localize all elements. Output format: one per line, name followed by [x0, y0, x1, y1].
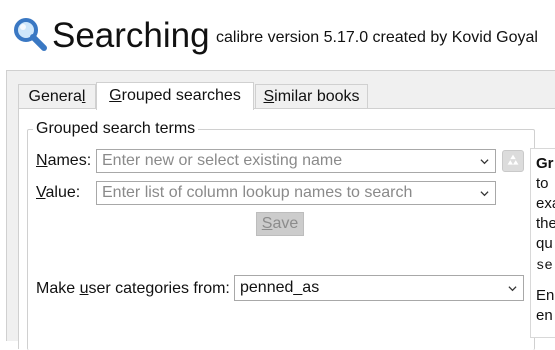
dialog-header: Searching calibre version 5.17.0 created…	[0, 0, 555, 70]
help-line: en	[536, 307, 553, 324]
user-categories-combobox[interactable]: penned_as	[234, 275, 524, 301]
help-line: exa	[536, 195, 555, 212]
save-accel: S	[261, 215, 273, 232]
tab-grouped-searches[interactable]: Grouped searches	[96, 82, 254, 110]
tab-similar-books[interactable]: Similar books	[255, 84, 368, 108]
help-line: se	[536, 258, 553, 274]
search-magnifier-icon	[14, 18, 47, 51]
names-label: Names:	[36, 152, 92, 169]
help-line: qu	[536, 235, 553, 252]
help-line: Gr	[536, 155, 554, 172]
value-placeholder: Enter list of column lookup names to sea…	[102, 184, 413, 201]
help-line: to	[536, 175, 549, 192]
tab-general[interactable]: General	[18, 84, 96, 108]
page-title: Searching	[52, 16, 210, 55]
chevron-down-icon	[480, 191, 489, 197]
save-label: ave	[272, 215, 299, 232]
help-text-panel: Gr to exa the qu se En en	[530, 148, 555, 338]
value-combobox[interactable]: Enter list of column lookup names to sea…	[96, 181, 496, 205]
user-categories-value: penned_as	[240, 279, 320, 296]
group-title: Grouped search terms	[33, 119, 199, 139]
help-line: En	[536, 287, 555, 304]
names-combobox[interactable]: Enter new or select existing name	[96, 149, 496, 173]
version-text: calibre version 5.17.0 created by Kovid …	[216, 29, 538, 46]
help-line: the	[536, 215, 555, 232]
user-categories-label: Make user categories from:	[36, 280, 230, 297]
tab-label-accel: S	[263, 88, 275, 105]
tab-label-accel: l	[81, 88, 86, 105]
tab-label-accel: G	[109, 87, 122, 104]
tab-label: rouped searches	[121, 87, 241, 104]
tab-label: imilar books	[274, 88, 360, 105]
chevron-down-icon	[480, 159, 489, 165]
value-label: Value:	[36, 184, 81, 201]
tab-label: Genera	[28, 88, 82, 105]
chevron-down-icon	[508, 286, 517, 292]
recycle-icon[interactable]	[502, 150, 524, 172]
save-button[interactable]: Save	[256, 212, 304, 236]
names-placeholder: Enter new or select existing name	[102, 152, 343, 169]
